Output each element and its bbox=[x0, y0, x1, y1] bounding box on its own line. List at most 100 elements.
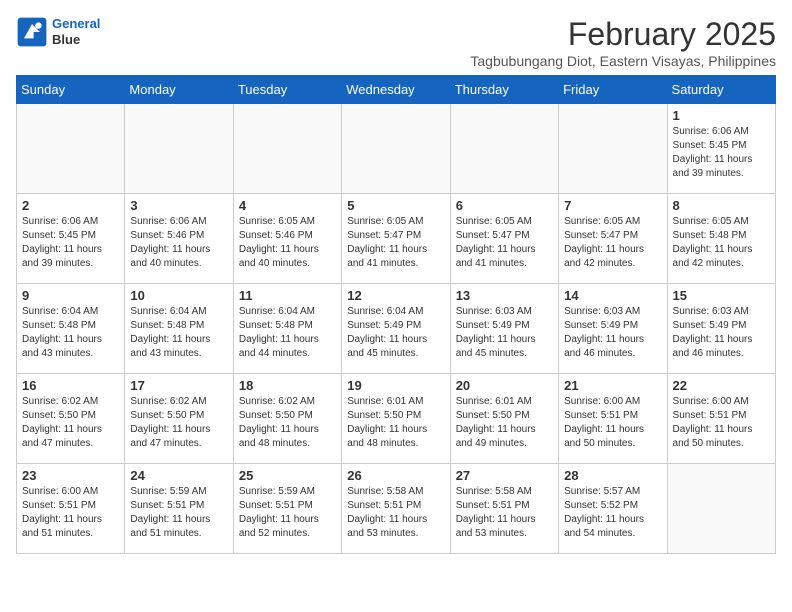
day-number: 2 bbox=[22, 198, 119, 213]
calendar-cell: 26 Sunrise: 5:58 AM Sunset: 5:51 PM Dayli… bbox=[342, 464, 450, 554]
calendar-cell: 23 Sunrise: 6:00 AM Sunset: 5:51 PM Dayli… bbox=[17, 464, 125, 554]
day-number: 25 bbox=[239, 468, 336, 483]
calendar-cell: 11 Sunrise: 6:04 AM Sunset: 5:48 PM Dayli… bbox=[233, 284, 341, 374]
calendar-cell: 17Sunrise: 6:02 AM Sunset: 5:50 PM Dayli… bbox=[125, 374, 233, 464]
day-number: 27 bbox=[456, 468, 553, 483]
subtitle: Tagbubungang Diot, Eastern Visayas, Phil… bbox=[470, 53, 776, 69]
weekday-thursday: Thursday bbox=[450, 76, 558, 104]
day-info: Sunrise: 6:05 AM Sunset: 5:47 PM Dayligh… bbox=[347, 215, 444, 271]
calendar-cell: 5 Sunrise: 6:05 AM Sunset: 5:47 PM Daylig… bbox=[342, 194, 450, 284]
day-number: 20 bbox=[456, 378, 553, 393]
calendar-cell bbox=[667, 464, 775, 554]
calendar-cell: 9 Sunrise: 6:04 AM Sunset: 5:48 PM Daylig… bbox=[17, 284, 125, 374]
calendar-week-1: 1 Sunrise: 6:06 AM Sunset: 5:45 PM Daylig… bbox=[17, 104, 776, 194]
day-info: Sunrise: 6:03 AM Sunset: 5:49 PM Dayligh… bbox=[673, 305, 770, 361]
calendar-week-2: 2 Sunrise: 6:06 AM Sunset: 5:45 PM Daylig… bbox=[17, 194, 776, 284]
day-number: 5 bbox=[347, 198, 444, 213]
weekday-header-row: SundayMondayTuesdayWednesdayThursdayFrid… bbox=[17, 76, 776, 104]
weekday-tuesday: Tuesday bbox=[233, 76, 341, 104]
weekday-saturday: Saturday bbox=[667, 76, 775, 104]
day-info: Sunrise: 5:58 AM Sunset: 5:51 PM Dayligh… bbox=[347, 485, 444, 541]
day-info: Sunrise: 5:59 AM Sunset: 5:51 PM Dayligh… bbox=[239, 485, 336, 541]
day-info: Sunrise: 6:04 AM Sunset: 5:48 PM Dayligh… bbox=[22, 305, 119, 361]
day-number: 21 bbox=[564, 378, 661, 393]
calendar-cell: 20 Sunrise: 6:01 AM Sunset: 5:50 PM Dayli… bbox=[450, 374, 558, 464]
day-info: Sunrise: 5:59 AM Sunset: 5:51 PM Dayligh… bbox=[130, 485, 227, 541]
day-info: Sunrise: 6:00 AM Sunset: 5:51 PM Dayligh… bbox=[22, 485, 119, 541]
day-info: Sunrise: 6:06 AM Sunset: 5:45 PM Dayligh… bbox=[22, 215, 119, 271]
day-info: Sunrise: 6:02 AM Sunset: 5:50 PM Dayligh… bbox=[22, 395, 119, 451]
calendar-week-4: 16 Sunrise: 6:02 AM Sunset: 5:50 PM Dayli… bbox=[17, 374, 776, 464]
day-number: 1 bbox=[673, 108, 770, 123]
calendar-body: 1 Sunrise: 6:06 AM Sunset: 5:45 PM Daylig… bbox=[17, 104, 776, 554]
day-number: 28 bbox=[564, 468, 661, 483]
calendar-cell: 27 Sunrise: 5:58 AM Sunset: 5:51 PM Dayli… bbox=[450, 464, 558, 554]
calendar-cell: 25 Sunrise: 5:59 AM Sunset: 5:51 PM Dayli… bbox=[233, 464, 341, 554]
weekday-monday: Monday bbox=[125, 76, 233, 104]
calendar-week-5: 23 Sunrise: 6:00 AM Sunset: 5:51 PM Dayli… bbox=[17, 464, 776, 554]
calendar-cell: 2 Sunrise: 6:06 AM Sunset: 5:45 PM Daylig… bbox=[17, 194, 125, 284]
calendar-cell: 12 Sunrise: 6:04 AM Sunset: 5:49 PM Dayli… bbox=[342, 284, 450, 374]
calendar-cell bbox=[342, 104, 450, 194]
day-info: Sunrise: 6:01 AM Sunset: 5:50 PM Dayligh… bbox=[347, 395, 444, 451]
weekday-wednesday: Wednesday bbox=[342, 76, 450, 104]
calendar: SundayMondayTuesdayWednesdayThursdayFrid… bbox=[16, 75, 776, 554]
day-number: 17 bbox=[130, 378, 227, 393]
day-info: Sunrise: 6:00 AM Sunset: 5:51 PM Dayligh… bbox=[673, 395, 770, 451]
calendar-cell: 8 Sunrise: 6:05 AM Sunset: 5:48 PM Daylig… bbox=[667, 194, 775, 284]
day-info: Sunrise: 6:04 AM Sunset: 5:48 PM Dayligh… bbox=[239, 305, 336, 361]
calendar-cell: 13 Sunrise: 6:03 AM Sunset: 5:49 PM Dayli… bbox=[450, 284, 558, 374]
logo: General Blue bbox=[16, 16, 100, 48]
day-info: Sunrise: 6:02 AM Sunset: 5:50 PM Dayligh… bbox=[239, 395, 336, 451]
day-number: 3 bbox=[130, 198, 227, 213]
day-info: Sunrise: 6:04 AM Sunset: 5:48 PM Dayligh… bbox=[130, 305, 227, 361]
calendar-week-3: 9 Sunrise: 6:04 AM Sunset: 5:48 PM Daylig… bbox=[17, 284, 776, 374]
day-number: 4 bbox=[239, 198, 336, 213]
day-number: 22 bbox=[673, 378, 770, 393]
calendar-cell: 4 Sunrise: 6:05 AM Sunset: 5:46 PM Daylig… bbox=[233, 194, 341, 284]
calendar-cell bbox=[17, 104, 125, 194]
day-info: Sunrise: 6:05 AM Sunset: 5:47 PM Dayligh… bbox=[456, 215, 553, 271]
day-info: Sunrise: 6:05 AM Sunset: 5:46 PM Dayligh… bbox=[239, 215, 336, 271]
title-area: February 2025 Tagbubungang Diot, Eastern… bbox=[470, 16, 776, 69]
day-number: 13 bbox=[456, 288, 553, 303]
calendar-cell bbox=[559, 104, 667, 194]
calendar-cell: 28Sunrise: 5:57 AM Sunset: 5:52 PM Dayli… bbox=[559, 464, 667, 554]
day-number: 9 bbox=[22, 288, 119, 303]
day-info: Sunrise: 6:06 AM Sunset: 5:46 PM Dayligh… bbox=[130, 215, 227, 271]
day-number: 8 bbox=[673, 198, 770, 213]
day-number: 15 bbox=[673, 288, 770, 303]
day-info: Sunrise: 5:58 AM Sunset: 5:51 PM Dayligh… bbox=[456, 485, 553, 541]
calendar-cell: 15 Sunrise: 6:03 AM Sunset: 5:49 PM Dayli… bbox=[667, 284, 775, 374]
weekday-friday: Friday bbox=[559, 76, 667, 104]
logo-icon bbox=[16, 16, 48, 48]
calendar-cell: 24Sunrise: 5:59 AM Sunset: 5:51 PM Dayli… bbox=[125, 464, 233, 554]
calendar-cell: 3 Sunrise: 6:06 AM Sunset: 5:46 PM Daylig… bbox=[125, 194, 233, 284]
calendar-cell: 22 Sunrise: 6:00 AM Sunset: 5:51 PM Dayli… bbox=[667, 374, 775, 464]
day-info: Sunrise: 6:03 AM Sunset: 5:49 PM Dayligh… bbox=[456, 305, 553, 361]
day-number: 12 bbox=[347, 288, 444, 303]
page-header: General Blue February 2025 Tagbubungang … bbox=[16, 16, 776, 69]
calendar-header: SundayMondayTuesdayWednesdayThursdayFrid… bbox=[17, 76, 776, 104]
day-info: Sunrise: 6:06 AM Sunset: 5:45 PM Dayligh… bbox=[673, 125, 770, 181]
calendar-cell: 7Sunrise: 6:05 AM Sunset: 5:47 PM Daylig… bbox=[559, 194, 667, 284]
day-info: Sunrise: 6:00 AM Sunset: 5:51 PM Dayligh… bbox=[564, 395, 661, 451]
day-number: 6 bbox=[456, 198, 553, 213]
day-info: Sunrise: 6:03 AM Sunset: 5:49 PM Dayligh… bbox=[564, 305, 661, 361]
calendar-cell: 21 Sunrise: 6:00 AM Sunset: 5:51 PM Dayli… bbox=[559, 374, 667, 464]
day-number: 16 bbox=[22, 378, 119, 393]
calendar-cell: 18 Sunrise: 6:02 AM Sunset: 5:50 PM Dayli… bbox=[233, 374, 341, 464]
calendar-cell: 14 Sunrise: 6:03 AM Sunset: 5:49 PM Dayli… bbox=[559, 284, 667, 374]
day-info: Sunrise: 6:01 AM Sunset: 5:50 PM Dayligh… bbox=[456, 395, 553, 451]
day-number: 26 bbox=[347, 468, 444, 483]
weekday-sunday: Sunday bbox=[17, 76, 125, 104]
day-info: Sunrise: 6:04 AM Sunset: 5:49 PM Dayligh… bbox=[347, 305, 444, 361]
day-number: 18 bbox=[239, 378, 336, 393]
day-number: 11 bbox=[239, 288, 336, 303]
calendar-cell bbox=[233, 104, 341, 194]
day-info: Sunrise: 6:05 AM Sunset: 5:48 PM Dayligh… bbox=[673, 215, 770, 271]
day-number: 10 bbox=[130, 288, 227, 303]
day-number: 14 bbox=[564, 288, 661, 303]
day-number: 23 bbox=[22, 468, 119, 483]
main-title: February 2025 bbox=[470, 16, 776, 53]
